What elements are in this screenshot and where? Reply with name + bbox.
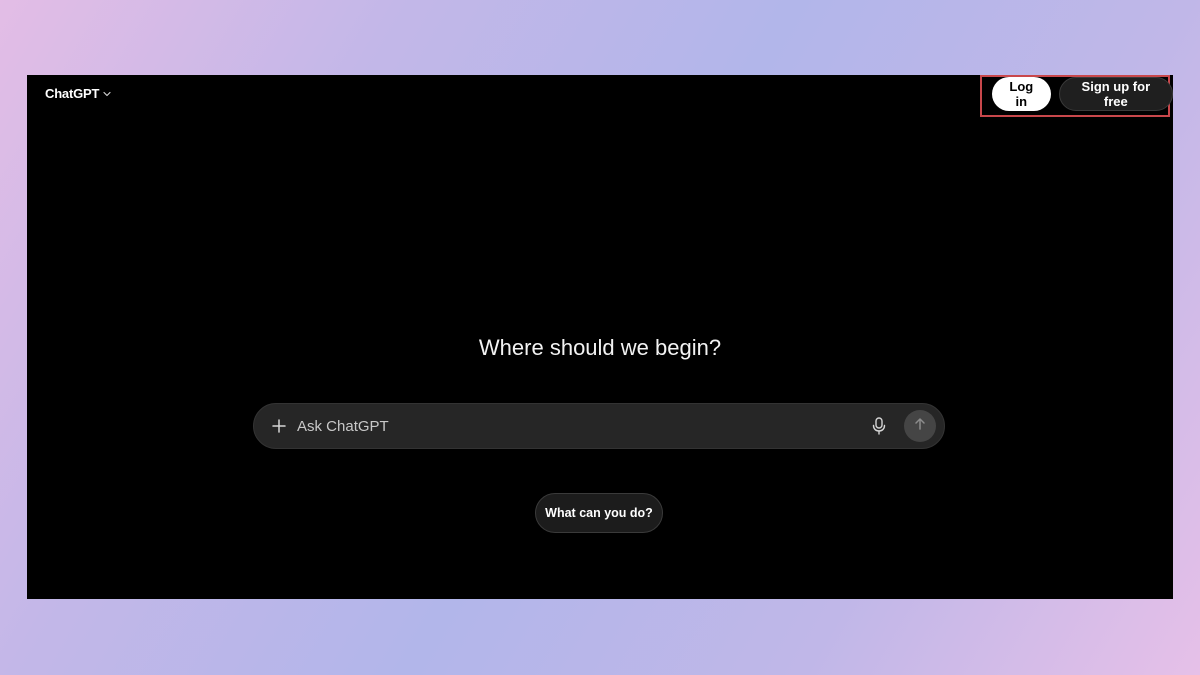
- app-window: ChatGPT Log in Sign up for free Where sh…: [27, 75, 1173, 599]
- page-heading: Where should we begin?: [478, 335, 722, 360]
- send-button[interactable]: [904, 410, 936, 442]
- microphone-icon[interactable]: [868, 415, 890, 437]
- prompt-composer: [253, 403, 945, 449]
- brand-name: ChatGPT: [45, 86, 100, 101]
- model-selector[interactable]: ChatGPT: [45, 86, 112, 101]
- suggestion-chip[interactable]: What can you do?: [535, 493, 663, 533]
- arrow-up-icon: [913, 417, 927, 436]
- login-button[interactable]: Log in: [992, 77, 1051, 111]
- auth-buttons: Log in Sign up for free: [992, 77, 1173, 111]
- prompt-input[interactable]: [295, 410, 868, 442]
- chevron-down-icon: [102, 89, 112, 99]
- plus-icon[interactable]: [269, 416, 289, 436]
- signup-button[interactable]: Sign up for free: [1058, 77, 1173, 111]
